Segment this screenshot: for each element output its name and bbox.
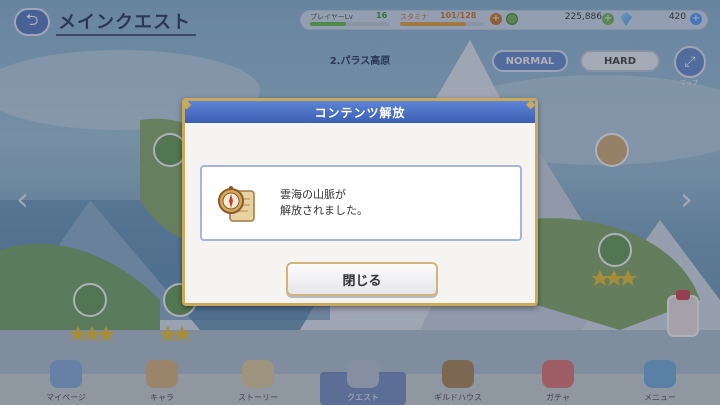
dialog-message-line-1: 雲海の山脈が (280, 188, 346, 201)
corner-ornament-icon: ◆ (182, 97, 192, 111)
dialog-message: 雲海の山脈が 解放されました。 (280, 187, 368, 219)
dialog-message-line-2: 解放されました。 (280, 204, 368, 217)
corner-ornament-icon: ◆ (526, 97, 536, 111)
message-box: 雲海の山脈が 解放されました。 (200, 165, 522, 241)
compass-scroll-icon (214, 181, 260, 227)
close-button[interactable]: 閉じる (286, 262, 438, 296)
dialog-header: コンテンツ解放 (185, 101, 535, 123)
dialog-title: コンテンツ解放 (314, 105, 406, 120)
content-unlock-dialog: コンテンツ解放 ◆ ◆ 雲海の山脈が 解放されました。 閉じる (182, 98, 538, 306)
